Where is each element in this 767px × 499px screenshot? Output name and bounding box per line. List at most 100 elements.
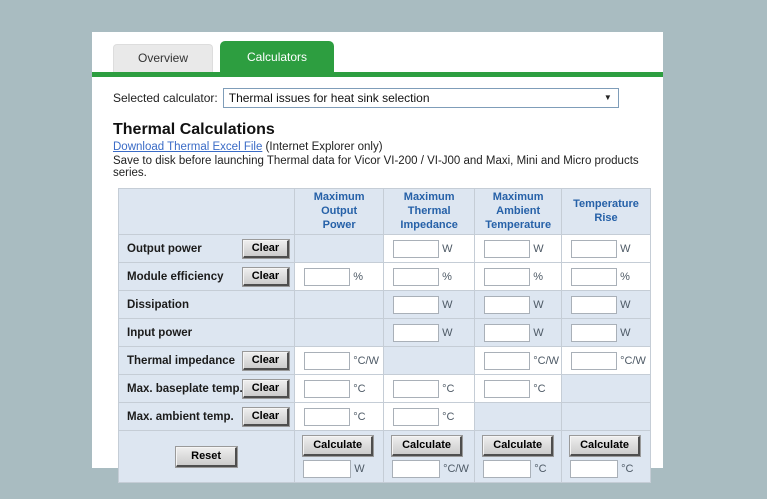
clear-button[interactable]: Clear — [243, 240, 290, 258]
table-row-max-baseplate-temp: Max. baseplate temp.Clear °C °C °C — [119, 375, 651, 403]
cell-input[interactable] — [393, 268, 439, 286]
result-input[interactable] — [483, 460, 531, 478]
unit-label: % — [353, 271, 363, 283]
table-row-module-efficiency: Module efficiencyClear % % % % — [119, 263, 651, 291]
tab-overview[interactable]: Overview — [113, 44, 213, 72]
cell-input[interactable] — [393, 296, 439, 314]
cell-input[interactable] — [304, 380, 350, 398]
cell-input[interactable] — [484, 240, 530, 258]
thermal-calculations-table: Maximum Output Power Maximum Thermal Imp… — [118, 188, 651, 483]
row-label: Input power — [127, 327, 192, 339]
cell-input[interactable] — [304, 268, 350, 286]
unit-label: °C — [621, 463, 633, 475]
page-title: Thermal Calculations — [113, 121, 651, 139]
unit-label: °C/W — [533, 355, 559, 367]
unit-label: W — [620, 327, 630, 339]
cell-input[interactable] — [393, 408, 439, 426]
unit-label: °C — [534, 463, 546, 475]
unit-label: °C — [353, 383, 365, 395]
calculator-select-value: Thermal issues for heat sink selection — [229, 91, 430, 105]
content-area: Selected calculator: Thermal issues for … — [92, 77, 663, 483]
table-row-input-power: Input power W W W — [119, 319, 651, 347]
cell-input[interactable] — [571, 268, 617, 286]
cell-input[interactable] — [571, 296, 617, 314]
col-header-max-ambient-temperature: Maximum Ambient Temperature — [475, 189, 562, 235]
tab-calculators[interactable]: Calculators — [220, 41, 334, 72]
corner-header-cell — [119, 189, 295, 235]
unit-label: °C/W — [353, 355, 379, 367]
clear-button[interactable]: Clear — [243, 268, 290, 286]
table-header-row: Maximum Output Power Maximum Thermal Imp… — [119, 189, 651, 235]
empty-cell — [295, 235, 384, 263]
clear-button[interactable]: Clear — [243, 352, 290, 370]
cell-input[interactable] — [304, 352, 350, 370]
empty-cell — [295, 319, 384, 347]
app-panel: Overview Calculators Selected calculator… — [92, 32, 663, 468]
unit-label: °C/W — [620, 355, 646, 367]
unit-label: W — [533, 327, 543, 339]
row-label: Dissipation — [127, 299, 189, 311]
cell-input[interactable] — [393, 324, 439, 342]
unit-label: W — [533, 243, 543, 255]
download-excel-link[interactable]: Download Thermal Excel File — [113, 141, 262, 153]
unit-label: W — [354, 463, 364, 475]
cell-input[interactable] — [484, 324, 530, 342]
unit-label: °C — [442, 383, 454, 395]
row-label: Thermal impedance — [127, 355, 235, 367]
calculate-button[interactable]: Calculate — [570, 436, 640, 456]
download-note: (Internet Explorer only) — [262, 141, 382, 153]
table-row-thermal-impedance: Thermal impedance Clear °C/W °C/W °C/W — [119, 347, 651, 375]
row-label: Max. baseplate temp. — [127, 383, 243, 395]
cell-input[interactable] — [571, 240, 617, 258]
cell-input[interactable] — [571, 352, 617, 370]
unit-label: °C/W — [443, 463, 469, 475]
empty-cell — [295, 291, 384, 319]
calculator-selector-row: Selected calculator: Thermal issues for … — [113, 88, 651, 108]
calculate-button[interactable]: Calculate — [392, 436, 462, 456]
cell-input[interactable] — [484, 268, 530, 286]
unit-label: °C — [353, 411, 365, 423]
chevron-down-icon: ▼ — [604, 94, 612, 102]
unit-label: W — [620, 299, 630, 311]
empty-cell — [475, 403, 562, 431]
tab-bar: Overview Calculators — [92, 32, 663, 72]
cell-input[interactable] — [393, 380, 439, 398]
calculator-select[interactable]: Thermal issues for heat sink selection ▼ — [223, 88, 619, 108]
cell-input[interactable] — [571, 324, 617, 342]
clear-button[interactable]: Clear — [243, 408, 290, 426]
row-label: Module efficiency — [127, 271, 224, 283]
desktop-background: { "colors": { "accent_green": "#2d9e40",… — [0, 0, 767, 499]
col-header-max-output-power: Maximum Output Power — [295, 189, 384, 235]
table-footer-row: Reset Calculate W Calculate °C/W Calcula… — [119, 431, 651, 483]
calculate-button[interactable]: Calculate — [303, 436, 373, 456]
unit-label: W — [442, 327, 452, 339]
empty-cell — [384, 347, 475, 375]
result-input[interactable] — [570, 460, 618, 478]
table-row-output-power: Output powerClear W W W — [119, 235, 651, 263]
row-label: Output power — [127, 243, 202, 255]
download-line: Download Thermal Excel File (Internet Ex… — [113, 141, 651, 153]
calculate-button[interactable]: Calculate — [483, 436, 553, 456]
unit-label: W — [620, 243, 630, 255]
col-header-max-thermal-impedance: Maximum Thermal Impedance — [384, 189, 475, 235]
cell-input[interactable] — [304, 408, 350, 426]
cell-input[interactable] — [484, 380, 530, 398]
clear-button[interactable]: Clear — [243, 380, 290, 398]
table-row-max-ambient-temp: Max. ambient temp. Clear °C °C — [119, 403, 651, 431]
empty-cell — [562, 375, 651, 403]
cell-input[interactable] — [484, 296, 530, 314]
row-label: Max. ambient temp. — [127, 411, 234, 423]
cell-input[interactable] — [484, 352, 530, 370]
unit-label: W — [533, 299, 543, 311]
calculator-select-label: Selected calculator: — [113, 91, 218, 105]
unit-label: °C — [442, 411, 454, 423]
save-instructions: Save to disk before launching Thermal da… — [113, 155, 651, 179]
col-header-temperature-rise: Temperature Rise — [562, 189, 651, 235]
result-input[interactable] — [392, 460, 440, 478]
unit-label: W — [442, 299, 452, 311]
reset-button[interactable]: Reset — [176, 447, 237, 467]
cell-input[interactable] — [393, 240, 439, 258]
empty-cell — [562, 403, 651, 431]
unit-label: % — [442, 271, 452, 283]
result-input[interactable] — [303, 460, 351, 478]
